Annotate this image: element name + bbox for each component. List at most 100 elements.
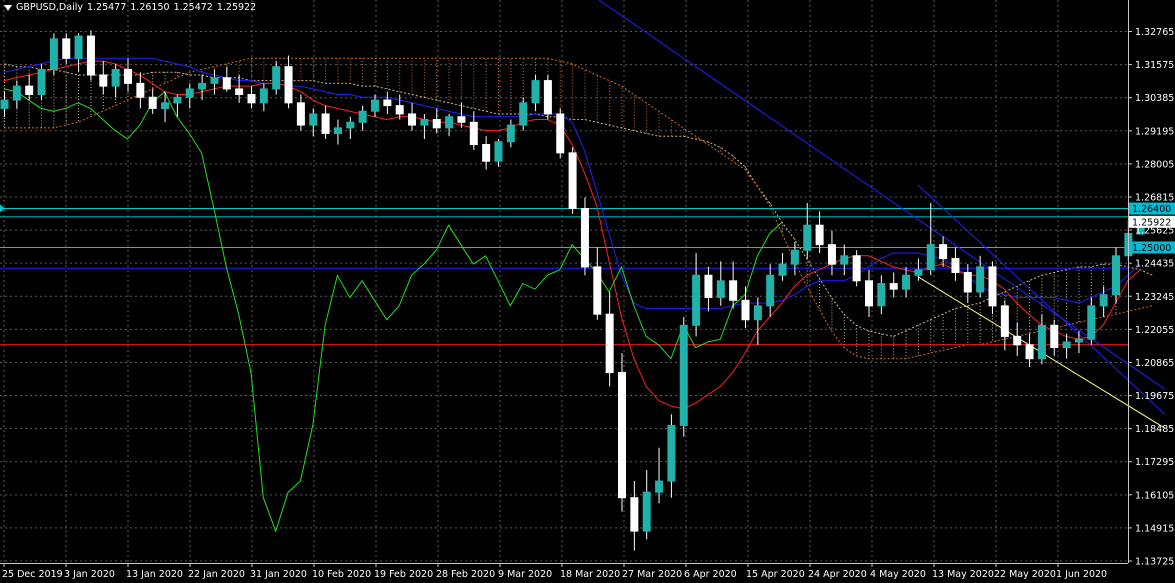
candle-body bbox=[593, 266, 602, 315]
candle-body bbox=[321, 113, 330, 134]
candle-body bbox=[198, 82, 207, 90]
candle-body bbox=[161, 102, 170, 109]
price-tick-label: 1.32765 bbox=[1135, 27, 1174, 38]
price-tick-label: 1.19675 bbox=[1135, 391, 1174, 402]
candle-body bbox=[1025, 344, 1034, 360]
candle-body bbox=[889, 283, 898, 290]
candle-body bbox=[49, 38, 58, 70]
candle-body bbox=[902, 274, 911, 290]
price-tick-label: 1.14915 bbox=[1135, 523, 1174, 534]
candle-body bbox=[556, 113, 565, 154]
candle-body bbox=[86, 35, 95, 76]
candle-body bbox=[247, 93, 256, 104]
candle-body bbox=[692, 274, 701, 326]
candle-body bbox=[296, 102, 305, 126]
chart-grid bbox=[0, 0, 1128, 563]
candle-body bbox=[741, 299, 750, 321]
time-tick-label: 28 Feb 2020 bbox=[436, 569, 495, 580]
horizontal-lines bbox=[0, 208, 1128, 346]
candle-body bbox=[148, 96, 157, 109]
candle-body bbox=[37, 68, 46, 95]
candle-body bbox=[185, 88, 194, 98]
time-tick-label: 15 Apr 2020 bbox=[746, 569, 805, 580]
candle-body bbox=[914, 269, 923, 276]
price-axis[interactable]: 1.32765 1.31575 1.30385 1.29195 1.28005 1.268… bbox=[1128, 27, 1174, 568]
candle-body bbox=[704, 274, 713, 299]
candle-body bbox=[284, 66, 293, 104]
chart-window[interactable]: 1.32765 1.31575 1.30385 1.29195 1.28005 1.268… bbox=[0, 0, 1175, 583]
candle-body bbox=[1050, 324, 1059, 349]
ichimoku-lines bbox=[3, 57, 1141, 533]
symbol-label: GBPUSD,Daily bbox=[16, 2, 83, 13]
candle-body bbox=[210, 77, 219, 84]
time-tick-label: 19 Feb 2020 bbox=[374, 569, 433, 580]
candle-body bbox=[519, 102, 528, 126]
candle-body bbox=[766, 274, 775, 307]
candle-body bbox=[371, 99, 379, 112]
high-price: 1.26150 bbox=[130, 2, 170, 13]
candle-body bbox=[716, 280, 725, 299]
candle-body bbox=[543, 80, 552, 115]
candle-body bbox=[963, 271, 972, 293]
candle-body bbox=[827, 244, 836, 265]
low-price: 1.25472 bbox=[173, 2, 213, 13]
candle-body bbox=[618, 372, 626, 499]
candle-body bbox=[815, 224, 824, 246]
candle-body bbox=[25, 85, 34, 95]
candle-body bbox=[309, 113, 318, 126]
candle-body bbox=[729, 280, 738, 301]
candle-body bbox=[506, 124, 515, 143]
candle-body bbox=[939, 244, 948, 260]
candle-body bbox=[865, 280, 873, 307]
chevron-down-icon bbox=[4, 4, 12, 11]
candle-body bbox=[667, 424, 676, 482]
time-tick-label: 13 May 2020 bbox=[932, 569, 994, 580]
time-tick-label: 3 Jan 2020 bbox=[64, 569, 115, 580]
price-chart[interactable]: 1.32765 1.31575 1.30385 1.29195 1.28005 1.268… bbox=[0, 0, 1175, 583]
price-tick-label: 1.17295 bbox=[1135, 457, 1174, 468]
candle-body bbox=[605, 313, 614, 374]
candle-body bbox=[1099, 294, 1108, 307]
time-tick-label: 10 Feb 2020 bbox=[312, 569, 371, 580]
time-axis[interactable]: 25 Dec 2019 3 Jan 2020 13 Jan 2020 22 Jan 2… bbox=[2, 563, 1107, 580]
candle-body bbox=[877, 283, 886, 307]
candle-body bbox=[580, 208, 589, 268]
price-tick-label: 1.28005 bbox=[1135, 159, 1174, 170]
time-tick-label: 6 Apr 2020 bbox=[684, 569, 737, 580]
candle-body bbox=[358, 110, 367, 123]
candle-body bbox=[679, 324, 688, 426]
candle-body bbox=[1074, 338, 1083, 343]
candle-body bbox=[469, 121, 478, 146]
candle-body bbox=[136, 82, 145, 98]
chikou-span-line bbox=[3, 88, 783, 533]
candle-body bbox=[655, 480, 664, 493]
candle-body bbox=[420, 119, 429, 126]
candle-body bbox=[222, 77, 231, 90]
price-tick-label: 1.26815 bbox=[1135, 192, 1174, 203]
close-price: 1.25922 bbox=[216, 2, 257, 13]
time-tick-label: 22 May 2020 bbox=[994, 569, 1056, 580]
candle-body bbox=[173, 96, 182, 104]
price-tick-label: 1.20865 bbox=[1135, 358, 1174, 369]
candle-body bbox=[99, 74, 108, 87]
time-tick-label: 4 May 2020 bbox=[870, 569, 926, 580]
symbol-header: GBPUSD,Daily 1.25477 1.26150 1.25472 1.25922 bbox=[4, 2, 260, 13]
price-tag-label: 1.25922 bbox=[1132, 217, 1171, 228]
candle-body bbox=[12, 85, 21, 101]
candle-body bbox=[790, 249, 799, 265]
candle-body bbox=[0, 99, 9, 109]
candle-body bbox=[235, 88, 244, 95]
candle-body bbox=[408, 113, 417, 126]
candle-body bbox=[753, 305, 762, 321]
time-tick-label: 25 Dec 2019 bbox=[2, 569, 63, 580]
time-tick-label: 18 Mar 2020 bbox=[560, 569, 620, 580]
candle-body bbox=[926, 244, 935, 271]
time-tick-label: 9 Mar 2020 bbox=[498, 569, 552, 580]
candle-body bbox=[259, 88, 268, 104]
candle-body bbox=[803, 224, 812, 251]
time-tick-label: 13 Jan 2020 bbox=[126, 569, 183, 580]
candle-body bbox=[333, 127, 342, 134]
candle-body bbox=[457, 116, 466, 123]
candle-body bbox=[988, 266, 997, 307]
price-tick-label: 1.16105 bbox=[1135, 490, 1174, 501]
